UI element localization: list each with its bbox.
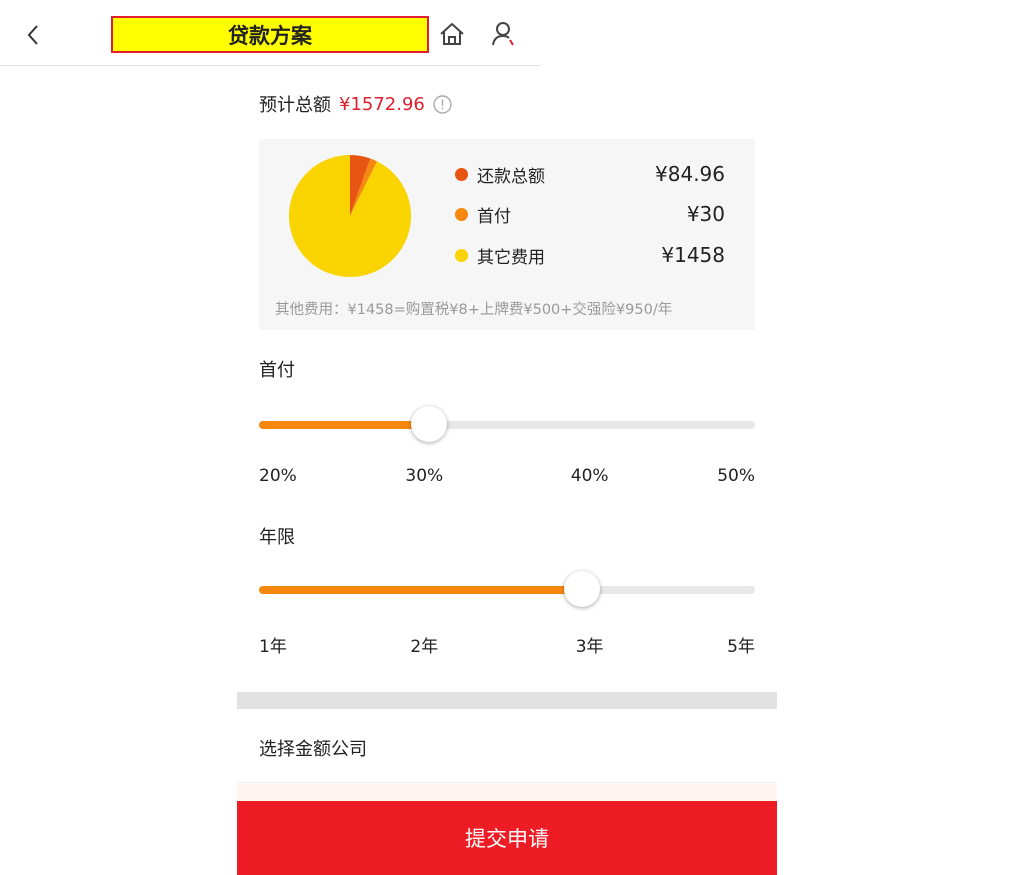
legend-value: ¥84.96 [655, 162, 725, 186]
legend-value: ¥1458 [661, 243, 725, 267]
notice-strip [237, 784, 777, 801]
submit-application-button[interactable]: 提交申请 [237, 801, 777, 875]
legend-dot [455, 167, 468, 181]
legend-name: 首付 [477, 206, 511, 227]
tick-label[interactable]: 30% [405, 466, 443, 486]
cost-summary-panel: 还款总额 ¥84.96 首付 ¥30 其它费用 ¥1458 其他费用：¥1458… [259, 139, 755, 330]
other-fees-note: 其他费用：¥1458=购置税¥8+上牌费¥500+交强险¥950/年 [275, 302, 673, 318]
legend-name: 还款总额 [477, 166, 545, 187]
slider-thumb[interactable] [563, 571, 600, 607]
estimated-total-label: 预计总额 [259, 95, 331, 116]
loan-term-slider[interactable] [259, 569, 755, 609]
down-payment-label: 首付 [259, 360, 295, 381]
tick-label[interactable]: 50% [717, 466, 755, 486]
home-icon [440, 23, 464, 45]
section-divider [237, 692, 777, 709]
back-button[interactable] [18, 20, 48, 50]
tick-label[interactable]: 20% [259, 466, 297, 486]
estimated-total-row: 预计总额 ¥1572.96 [259, 90, 452, 118]
legend-name: 其它费用 [477, 247, 545, 268]
tick-label[interactable]: 1年 [259, 632, 287, 657]
legend-item-other-fees: 其它费用 ¥1458 [455, 242, 725, 268]
select-company-row[interactable]: 选择金额公司 [237, 709, 777, 783]
slider-thumb[interactable] [410, 406, 447, 442]
legend-item-repayment-total: 还款总额 ¥84.96 [455, 161, 725, 187]
loan-term-label: 年限 [259, 527, 295, 548]
tick-label[interactable]: 2年 [410, 632, 438, 657]
down-payment-slider[interactable] [259, 404, 755, 444]
home-button[interactable] [436, 18, 468, 50]
slider-fill [259, 586, 582, 594]
info-icon[interactable] [433, 94, 452, 114]
tick-label[interactable]: 40% [571, 466, 609, 486]
loan-plan-content: 预计总额 ¥1572.96 还款总额 ¥84.96 首付 ¥30 其它费用 ¥1… [237, 66, 777, 875]
user-button[interactable] [488, 18, 520, 50]
chevron-left-icon [27, 25, 38, 45]
legend-item-down-payment: 首付 ¥30 [455, 201, 725, 227]
legend-dot [455, 248, 468, 262]
tick-label[interactable]: 5年 [727, 632, 755, 657]
loan-term-ticks: 1年 2年 3年 5年 [259, 632, 755, 657]
select-company-label: 选择金额公司 [259, 739, 367, 760]
pie-slice-2 [289, 155, 411, 277]
cost-pie-chart [289, 155, 411, 277]
legend-dot [455, 207, 468, 221]
legend-value: ¥30 [686, 202, 725, 226]
down-payment-ticks: 20% 30% 40% 50% [259, 466, 755, 490]
tick-label[interactable]: 3年 [576, 632, 604, 657]
slider-fill [259, 421, 429, 429]
estimated-total-value: ¥1572.96 [339, 93, 425, 115]
header-bar: 贷款方案 [0, 0, 540, 66]
page-title: 贷款方案 [111, 16, 429, 53]
user-icon [492, 22, 514, 46]
